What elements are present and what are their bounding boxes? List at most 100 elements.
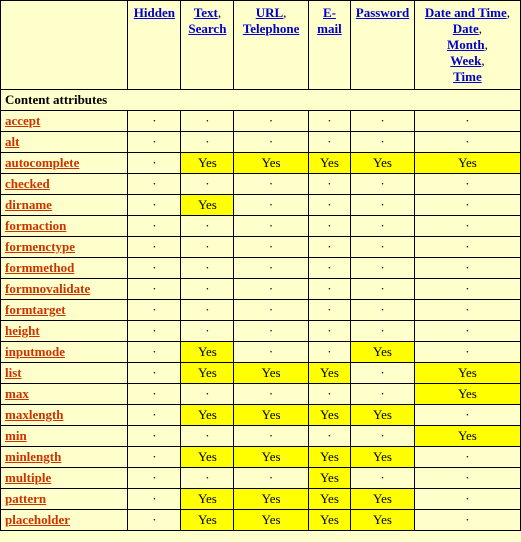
attribute-link[interactable]: maxlength (5, 407, 64, 422)
attribute-link[interactable]: dirname (5, 197, 52, 212)
value-cell: · (414, 174, 520, 195)
header-email: E-mail (308, 1, 350, 90)
value-cell: · (234, 258, 308, 279)
header-link[interactable]: Month (447, 37, 485, 53)
value-cell: Yes (351, 342, 415, 363)
table-row: dirname·Yes···· (1, 195, 521, 216)
value-cell: · (414, 258, 520, 279)
value-cell: · (414, 195, 520, 216)
attribute-link[interactable]: minlength (5, 449, 61, 464)
table-row: autocomplete·YesYesYesYesYes (1, 153, 521, 174)
value-cell: · (351, 279, 415, 300)
attribute-link[interactable]: formtarget (5, 302, 66, 317)
table-row: multiple···Yes·· (1, 468, 521, 489)
value-cell: · (128, 384, 181, 405)
attribute-link[interactable]: min (5, 428, 27, 443)
value-cell: Yes (351, 510, 415, 531)
value-cell: Yes (234, 363, 308, 384)
header-link[interactable]: Telephone (243, 21, 300, 37)
value-cell: Yes (234, 447, 308, 468)
value-cell: · (128, 342, 181, 363)
attribute-name-cell: formnovalidate (1, 279, 128, 300)
attribute-link[interactable]: list (5, 365, 22, 380)
attribute-link[interactable]: pattern (5, 491, 46, 506)
value-cell: · (181, 174, 234, 195)
section-row: Content attributes (1, 90, 521, 111)
value-cell: · (128, 447, 181, 468)
value-cell: Yes (234, 153, 308, 174)
table-row: list·YesYesYes·Yes (1, 363, 521, 384)
attribute-link[interactable]: formnovalidate (5, 281, 90, 296)
header-link[interactable]: Date (453, 21, 479, 37)
attribute-link[interactable]: max (5, 386, 29, 401)
attribute-name-cell: min (1, 426, 128, 447)
header-link[interactable]: Text (194, 5, 218, 21)
value-cell: · (128, 426, 181, 447)
value-cell: · (234, 321, 308, 342)
value-cell: · (351, 237, 415, 258)
value-cell: · (181, 132, 234, 153)
value-cell: · (351, 174, 415, 195)
value-cell: Yes (234, 405, 308, 426)
value-cell: · (181, 258, 234, 279)
value-cell: · (351, 195, 415, 216)
value-cell: · (414, 489, 520, 510)
value-cell: Yes (308, 510, 350, 531)
header-link[interactable]: Date and Time (425, 5, 507, 21)
attribute-link[interactable]: formaction (5, 218, 66, 233)
value-cell: Yes (181, 342, 234, 363)
value-cell: · (128, 258, 181, 279)
value-cell: · (181, 300, 234, 321)
attribute-link[interactable]: formenctype (5, 239, 75, 254)
header-link[interactable]: Week (450, 53, 481, 69)
value-cell: Yes (234, 489, 308, 510)
value-cell: · (128, 321, 181, 342)
attribute-link[interactable]: inputmode (5, 344, 65, 359)
value-cell: · (308, 195, 350, 216)
header-link[interactable]: Password (356, 5, 409, 21)
attribute-link[interactable]: autocomplete (5, 155, 79, 170)
value-cell: Yes (414, 426, 520, 447)
attribute-link[interactable]: height (5, 323, 40, 338)
value-cell: · (128, 216, 181, 237)
attribute-name-cell: list (1, 363, 128, 384)
value-cell: · (128, 174, 181, 195)
attribute-name-cell: multiple (1, 468, 128, 489)
value-cell: · (234, 216, 308, 237)
attribute-link[interactable]: formmethod (5, 260, 74, 275)
value-cell: · (234, 111, 308, 132)
value-cell: · (181, 111, 234, 132)
value-cell: · (128, 510, 181, 531)
attribute-link[interactable]: multiple (5, 470, 51, 485)
value-cell: · (234, 237, 308, 258)
value-cell: · (181, 426, 234, 447)
header-link[interactable]: Hidden (134, 5, 175, 21)
value-cell: · (234, 195, 308, 216)
value-cell: · (414, 510, 520, 531)
value-cell: · (351, 111, 415, 132)
header-hidden: Hidden (128, 1, 181, 90)
table-row: pattern·YesYesYesYes· (1, 489, 521, 510)
header-link[interactable]: URL (256, 5, 283, 21)
value-cell: · (234, 174, 308, 195)
value-cell: · (414, 342, 520, 363)
table-row: alt······ (1, 132, 521, 153)
value-cell: · (308, 132, 350, 153)
attribute-link[interactable]: alt (5, 134, 19, 149)
table-row: formnovalidate······ (1, 279, 521, 300)
header-link[interactable]: E-mail (311, 5, 348, 37)
attribute-link[interactable]: checked (5, 176, 50, 191)
value-cell: Yes (351, 153, 415, 174)
header-link[interactable]: Time (453, 69, 482, 85)
attribute-name-cell: formaction (1, 216, 128, 237)
value-cell: Yes (181, 447, 234, 468)
value-cell: Yes (414, 363, 520, 384)
header-link[interactable]: Search (188, 21, 226, 37)
attribute-link[interactable]: placeholder (5, 512, 70, 527)
value-cell: · (128, 237, 181, 258)
attribute-link[interactable]: accept (5, 113, 40, 128)
value-cell: · (308, 258, 350, 279)
value-cell: Yes (351, 447, 415, 468)
table-row: formaction······ (1, 216, 521, 237)
value-cell: · (351, 216, 415, 237)
